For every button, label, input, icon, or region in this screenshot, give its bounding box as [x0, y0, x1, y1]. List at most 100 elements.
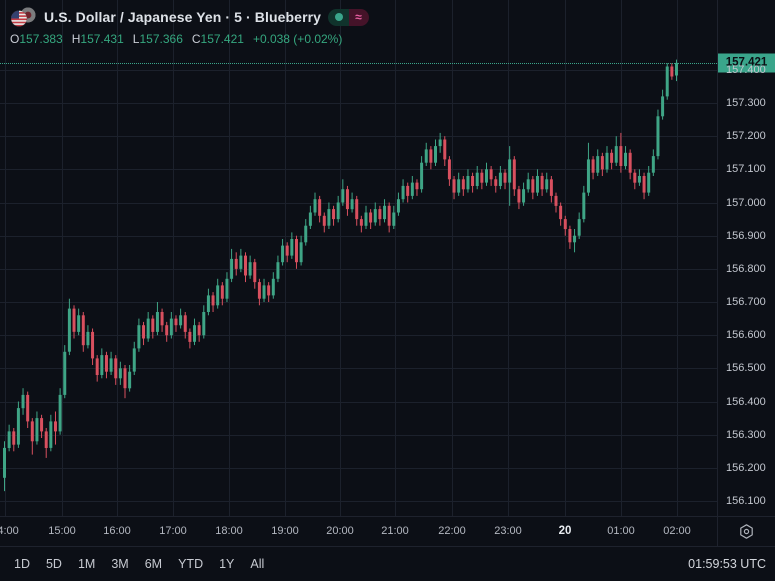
candle: [494, 179, 497, 186]
candle: [402, 186, 405, 199]
candle: [351, 199, 354, 209]
range-button-1m[interactable]: 1M: [70, 553, 103, 575]
candle: [156, 312, 159, 332]
candle: [610, 153, 613, 163]
candle: [564, 219, 567, 229]
candle: [258, 282, 261, 299]
time-axis-label: 15:00: [48, 525, 76, 537]
candle: [615, 146, 618, 163]
candle: [170, 319, 173, 336]
candle: [207, 295, 210, 312]
candle: [105, 355, 108, 372]
axis-settings-corner[interactable]: [717, 516, 775, 546]
candle: [425, 149, 428, 162]
time-axis-label: 20: [559, 525, 572, 537]
symbol-title[interactable]: U.S. Dollar / Japanese Yen · 5 · Blueber…: [44, 9, 321, 25]
candle: [221, 285, 224, 298]
date-range-switcher: 1D5D1M3M6MYTD1YAll: [6, 553, 272, 575]
range-button-1y[interactable]: 1Y: [211, 553, 242, 575]
candle: [355, 199, 358, 219]
candle: [527, 179, 530, 189]
candle: [605, 153, 608, 170]
candle: [346, 189, 349, 209]
candle: [582, 193, 585, 220]
candle: [471, 176, 474, 186]
candle: [272, 279, 275, 296]
close-label: C: [192, 32, 201, 46]
candle: [184, 315, 187, 332]
range-button-6m[interactable]: 6M: [137, 553, 170, 575]
candle: [295, 239, 298, 262]
candle: [17, 408, 20, 445]
candle: [374, 209, 377, 222]
candle: [439, 140, 442, 147]
candle: [378, 209, 381, 219]
candle: [137, 325, 140, 348]
candle: [499, 173, 502, 186]
candle: [652, 156, 655, 173]
candle: [592, 159, 595, 172]
price-axis-label: 156.300: [726, 429, 766, 441]
candle: [624, 153, 627, 166]
chart-area[interactable]: U.S. Dollar / Japanese Yen · 5 · Blueber…: [0, 0, 717, 516]
price-axis-label: 157.300: [726, 97, 766, 109]
candle: [193, 325, 196, 342]
candle: [133, 348, 136, 371]
candle: [587, 159, 590, 192]
candle: [49, 421, 52, 448]
range-button-ytd[interactable]: YTD: [170, 553, 211, 575]
candle: [318, 199, 321, 216]
candle: [670, 67, 673, 77]
range-button-3m[interactable]: 3M: [103, 553, 136, 575]
candle: [128, 372, 131, 389]
range-button-all[interactable]: All: [242, 553, 272, 575]
clock-utc[interactable]: 01:59:53 UTC: [688, 557, 766, 571]
market-status-badge[interactable]: ≈: [328, 9, 369, 26]
candle: [188, 332, 191, 342]
candle: [541, 176, 544, 189]
candle: [555, 196, 558, 206]
gear-icon: [738, 523, 755, 540]
price-axis-label: 156.500: [726, 362, 766, 374]
candle: [96, 358, 99, 375]
candle: [517, 189, 520, 202]
open-label: O: [10, 32, 19, 46]
candle: [443, 140, 446, 160]
candle: [522, 189, 525, 202]
time-axis[interactable]: 14:0015:0016:0017:0018:0019:0020:0021:00…: [0, 516, 717, 546]
candle: [68, 309, 71, 352]
candle: [304, 226, 307, 243]
candle: [545, 179, 548, 189]
candle: [119, 368, 122, 378]
price-axis[interactable]: 157.421 157.400157.300157.200157.100157.…: [717, 0, 775, 516]
current-price-line: [0, 63, 717, 64]
candle: [536, 176, 539, 193]
candle: [31, 421, 34, 441]
candle: [550, 179, 553, 196]
candle: [54, 421, 57, 431]
candle: [568, 229, 571, 242]
range-button-1d[interactable]: 1D: [6, 553, 38, 575]
candle: [406, 186, 409, 196]
time-axis-label: 02:00: [663, 525, 691, 537]
price-axis-label: 157.200: [726, 130, 766, 142]
candle: [40, 418, 43, 431]
candle: [666, 67, 669, 97]
candle: [73, 309, 76, 332]
candle: [309, 213, 312, 226]
candle: [573, 236, 576, 243]
price-axis-label: 156.100: [726, 495, 766, 507]
symbol-legend: U.S. Dollar / Japanese Yen · 5 · Blueber…: [10, 6, 369, 46]
candle: [485, 169, 488, 182]
candle: [239, 256, 242, 269]
range-button-5d[interactable]: 5D: [38, 553, 70, 575]
time-axis-label: 20:00: [326, 525, 354, 537]
candle: [397, 199, 400, 212]
candle: [142, 325, 145, 338]
candle: [392, 213, 395, 226]
candle: [225, 279, 228, 299]
candle: [3, 448, 6, 478]
candle: [8, 431, 11, 448]
candle: [263, 285, 266, 298]
candle: [323, 216, 326, 226]
